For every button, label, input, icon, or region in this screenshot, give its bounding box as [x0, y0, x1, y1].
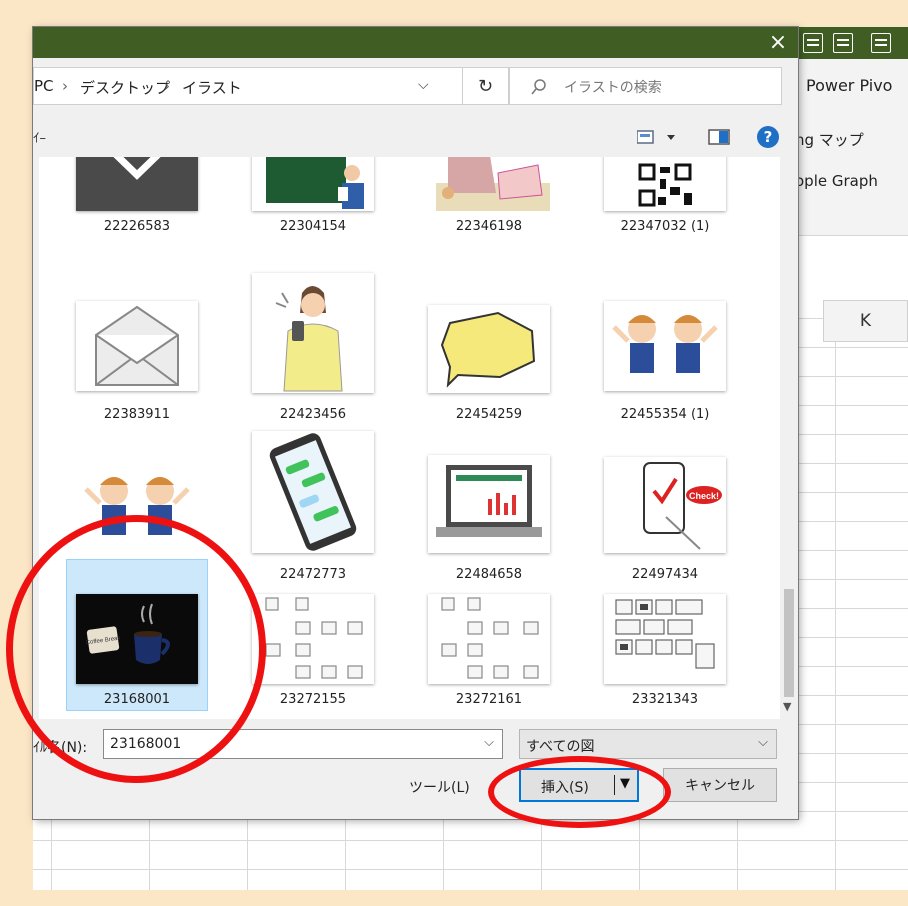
file-tile[interactable]: 22455354 (1) [595, 249, 735, 422]
pane-left-edge [33, 157, 39, 719]
file-tile[interactable]: 23272161 [419, 560, 559, 710]
file-tile[interactable]: 22484658 [419, 409, 559, 582]
file-tile[interactable]: 23321343 [595, 560, 735, 710]
breadcrumb-separator: › [164, 77, 170, 95]
scrollbar-thumb[interactable] [784, 589, 794, 697]
toolbar-organize[interactable]: ｲ– [33, 127, 46, 146]
schoolkids-thumbnail [604, 301, 726, 391]
file-list-pane: 22226583 22304154 22346198 22347032 (1) … [33, 157, 798, 719]
keyboard-keys-thumbnail [428, 594, 550, 684]
file-tile[interactable]: Check! 22497434 [595, 409, 735, 582]
help-icon[interactable]: ? [757, 126, 779, 148]
coffee-break-thumbnail: Coffee Break [76, 594, 198, 684]
file-name: 22226583 [103, 219, 171, 234]
chevron-down-icon[interactable]: ⌵ [484, 735, 494, 750]
filename-label: ｲﾙ名(N): [33, 740, 88, 756]
people-graph-button[interactable]: ople Graph [795, 172, 878, 190]
phone-check-thumbnail: Check! [604, 457, 726, 553]
file-tile[interactable]: 23272155 [243, 560, 383, 710]
file-name: 22304154 [279, 219, 347, 234]
file-tile-selected[interactable]: Coffee Break 23168001 [66, 559, 208, 711]
file-tile[interactable]: 22346198 [419, 157, 559, 239]
file-name: 22347032 (1) [620, 219, 710, 234]
chevron-down-icon[interactable]: ⌵ [418, 77, 429, 93]
insert-dropdown-arrow-icon[interactable]: ▼ [620, 776, 630, 791]
file-tile[interactable]: 22423456 [243, 249, 383, 422]
cancel-button[interactable]: キャンセル [663, 768, 777, 802]
file-name: 23168001 [103, 692, 171, 707]
ribbon-icon-1[interactable] [803, 33, 823, 53]
filename-input[interactable]: 23168001 ⌵ [103, 729, 503, 759]
qr-code-thumbnail [604, 157, 726, 211]
preview-pane-icon [708, 129, 730, 145]
file-name: 23272155 [279, 692, 347, 707]
file-tile[interactable]: 22472773 [243, 409, 383, 582]
view-mode-button[interactable] [636, 127, 677, 147]
preview-pane-button[interactable] [708, 129, 730, 149]
refresh-icon: ↻ [477, 75, 494, 97]
tools-button[interactable]: ツール(L) [409, 777, 470, 797]
insert-label: 挿入(S) [541, 780, 589, 796]
file-tile[interactable]: 22383911 [67, 249, 207, 422]
dialog-toolbar: ｲ– ? [33, 117, 798, 157]
file-name: 23272161 [455, 692, 523, 707]
woman-laptop-thumbnail [428, 157, 550, 211]
file-tile[interactable]: 22226583 [67, 157, 207, 239]
insert-picture-dialog: × PC › デスクトップ › イラスト ⌵ ↻ イラストの検索 ｲ– ? 22… [33, 27, 798, 819]
file-tile[interactable]: 22454259 [419, 249, 559, 422]
file-tile[interactable]: 22347032 (1) [595, 157, 735, 239]
filetype-select[interactable]: すべての図 ⌵ [519, 729, 777, 759]
check-badge-text: Check! [689, 491, 719, 501]
vertical-scrollbar[interactable]: ▼ [780, 157, 798, 719]
bing-maps-button[interactable]: ng マップ [795, 129, 864, 150]
column-header-k[interactable]: K [823, 300, 908, 342]
search-icon [531, 79, 546, 95]
teacher-blackboard-thumbnail [252, 157, 374, 211]
filetype-value: すべての図 [526, 739, 595, 755]
window-top-strip [33, 0, 908, 28]
laptop-chart-thumbnail [428, 455, 550, 553]
tab-power-pivot[interactable]: Power Pivo [806, 76, 892, 95]
breadcrumb-root[interactable]: PC [34, 77, 54, 95]
envelope-open-thumbnail [76, 301, 198, 391]
search-placeholder: イラストの検索 [564, 80, 662, 96]
file-tile[interactable]: 22455354 [67, 409, 207, 582]
breadcrumb-illust[interactable]: イラスト [182, 77, 242, 98]
file-tile[interactable]: 22304154 [243, 157, 383, 239]
file-name: 23321343 [631, 692, 699, 707]
insert-button[interactable]: 挿入(S) ▼ [519, 768, 639, 802]
ribbon-icon-2[interactable] [833, 33, 853, 53]
refresh-button[interactable]: ↻ [463, 67, 509, 105]
breadcrumb-desktop[interactable]: デスクトップ [80, 77, 170, 98]
keyboard-keys-thumbnail [252, 594, 374, 684]
chevron-down-icon: ⌵ [758, 735, 768, 750]
filename-value: 23168001 [110, 736, 182, 752]
search-input[interactable]: イラストの検索 [509, 67, 782, 105]
scroll-down-arrow-icon[interactable]: ▼ [783, 700, 791, 713]
schoolkids-thumbnail [76, 461, 198, 553]
keyboard-grid-thumbnail [604, 594, 726, 684]
close-button[interactable]: × [758, 27, 798, 58]
address-bar[interactable]: PC › デスクトップ › イラスト ⌵ [33, 67, 463, 105]
ribbon-icon-3[interactable] [871, 33, 891, 53]
speech-bubble-thumbnail [428, 305, 550, 393]
breadcrumb-separator: › [62, 77, 68, 95]
smartphone-chat-thumbnail [252, 431, 374, 553]
file-name: 22346198 [455, 219, 523, 234]
dialog-titlebar: × [33, 27, 798, 58]
split-divider [614, 775, 615, 795]
view-icon [636, 130, 675, 144]
envelope-dark-thumbnail [76, 157, 198, 211]
woman-smartphone-thumbnail [252, 273, 374, 393]
